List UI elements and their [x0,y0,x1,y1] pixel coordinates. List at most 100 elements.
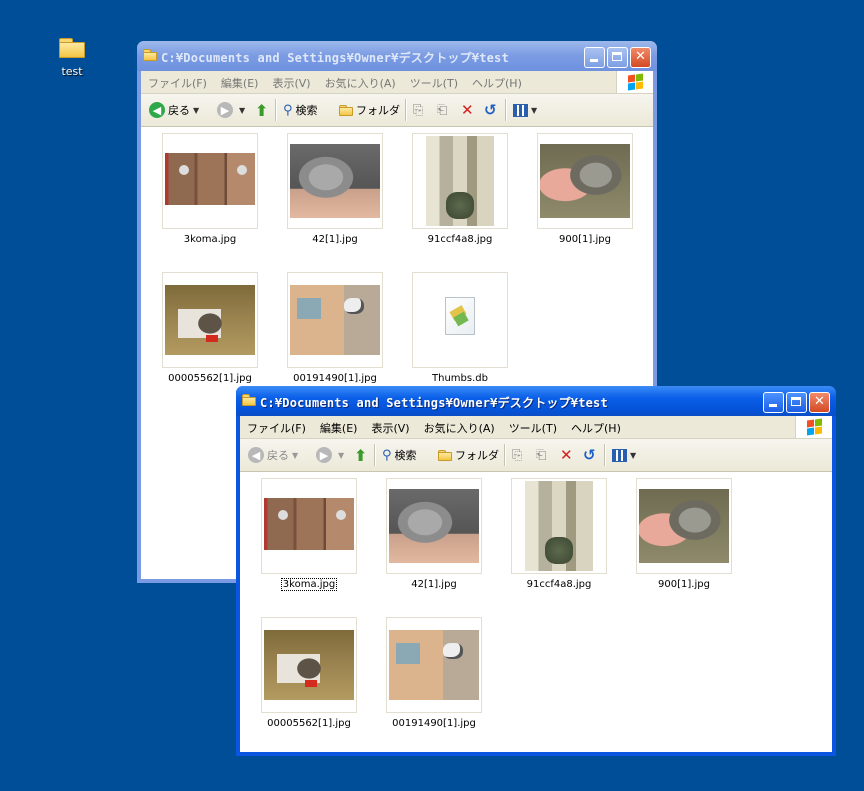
menu-file[interactable]: ファイル(F) [141,71,214,91]
file-item[interactable]: 900[1].jpg [525,133,645,245]
folders-label: フォルダ [455,449,499,462]
file-name: 00191490[1].jpg [293,373,377,384]
folder-icon [438,449,452,461]
folders-button[interactable]: フォルダ [438,445,499,465]
image-thumbnail [386,617,482,713]
views-button[interactable]: ▼ [612,445,636,465]
folder-icon [59,38,85,58]
image-thumbnail [287,133,383,229]
back-button[interactable]: ◀ 戻る ▼ [149,100,199,120]
search-button[interactable]: ⚲ 検索 [283,100,318,120]
back-arrow-icon: ◀ [149,102,165,118]
menu-help[interactable]: ヘルプ(H) [465,71,529,91]
up-folder-icon: ⬆ [354,445,368,465]
folder-icon [143,49,157,61]
file-item[interactable]: 3koma.jpg [150,133,270,245]
up-folder-button[interactable]: ⬆ [354,445,367,465]
toolbar: ◀ 戻る ▼ ▶ ▼ ⬆ ⚲ 検索 フォルダ ⎘ ⎗ ✕ ↺ ▼ [240,439,832,472]
image-thumbnail [162,272,258,368]
minimize-button[interactable] [584,47,605,68]
menu-file[interactable]: ファイル(F) [240,416,313,436]
file-name: 42[1].jpg [312,234,358,245]
close-icon: ✕ [635,49,646,64]
views-button[interactable]: ▼ [513,100,537,120]
image-thumbnail [287,272,383,368]
menu-favorites[interactable]: お気に入り(A) [417,416,502,436]
file-name: 900[1].jpg [559,234,611,245]
file-name: 00191490[1].jpg [392,718,476,729]
file-item[interactable]: 42[1].jpg [374,478,494,590]
menu-bar: ファイル(F) 編集(E) 表示(V) お気に入り(A) ツール(T) ヘルプ(H) [141,71,653,94]
move-to-icon: ⎘ [413,102,424,118]
move-to-button[interactable]: ⎘ [413,100,423,120]
back-label: 戻る [168,104,190,117]
image-thumbnail [537,133,633,229]
file-item[interactable]: Thumbs.db [400,272,520,384]
back-button[interactable]: ◀ 戻る ▼ [248,445,298,465]
copy-to-icon: ⎗ [437,102,448,118]
file-item[interactable]: 00005562[1].jpg [249,617,369,729]
menu-favorites[interactable]: お気に入り(A) [318,71,403,91]
image-thumbnail [636,478,732,574]
menu-tools[interactable]: ツール(T) [403,71,465,91]
close-button[interactable]: ✕ [809,392,830,413]
search-label: 検索 [295,104,318,117]
menu-tools[interactable]: ツール(T) [502,416,564,436]
file-item[interactable]: 00191490[1].jpg [374,617,494,729]
views-icon [612,448,627,462]
up-folder-button[interactable]: ⬆ [255,100,268,120]
maximize-button[interactable] [786,392,807,413]
dropdown-arrow-icon: ▼ [193,105,200,115]
move-to-icon: ⎘ [512,447,523,463]
menu-view[interactable]: 表示(V) [265,71,317,91]
db-file-thumbnail [412,272,508,368]
copy-to-icon: ⎗ [536,447,547,463]
close-button[interactable]: ✕ [630,47,651,68]
file-item[interactable]: 00191490[1].jpg [275,272,395,384]
folders-button[interactable]: フォルダ [339,100,400,120]
file-item[interactable]: 900[1].jpg [624,478,744,590]
undo-icon: ↺ [583,446,596,464]
copy-to-button[interactable]: ⎗ [437,100,447,120]
windows-logo-icon [616,71,653,93]
title-bar[interactable]: C:¥Documents and Settings¥Owner¥デスクトップ¥t… [236,386,836,416]
copy-to-button[interactable]: ⎗ [536,445,546,465]
file-item[interactable]: 42[1].jpg [275,133,395,245]
menu-help[interactable]: ヘルプ(H) [564,416,628,436]
search-label: 検索 [394,449,417,462]
delete-button[interactable]: ✕ [461,100,474,120]
forward-button[interactable]: ▶ ▼ [217,100,245,120]
menu-view[interactable]: 表示(V) [364,416,416,436]
db-file-icon [445,297,475,335]
file-item[interactable]: 91ccf4a8.jpg [499,478,619,590]
minimize-button[interactable] [763,392,784,413]
file-view[interactable]: 3koma.jpg 42[1].jpg 91ccf4a8.jpg 900[1].… [240,472,832,752]
folders-label: フォルダ [356,104,400,117]
file-name-selected: 3koma.jpg [280,578,338,591]
file-name: 900[1].jpg [658,579,710,590]
maximize-button[interactable] [607,47,628,68]
desktop-icon-label: test [61,65,83,78]
file-name: 91ccf4a8.jpg [427,234,493,245]
dropdown-arrow-icon: ▼ [239,105,246,115]
explorer-window-front[interactable]: C:¥Documents and Settings¥Owner¥デスクトップ¥t… [236,386,836,756]
image-thumbnail [162,133,258,229]
file-name: 00005562[1].jpg [267,718,351,729]
menu-edit[interactable]: 編集(E) [214,71,266,91]
delete-button[interactable]: ✕ [560,445,573,465]
forward-button[interactable]: ▶ ▼ [316,445,344,465]
undo-icon: ↺ [484,101,497,119]
file-item[interactable]: 00005562[1].jpg [150,272,270,384]
file-item[interactable]: 3koma.jpg [249,478,369,591]
search-button[interactable]: ⚲ 検索 [382,445,417,465]
dropdown-arrow-icon: ▼ [292,450,299,460]
undo-button[interactable]: ↺ [484,100,497,120]
desktop-icon-test[interactable]: test [50,38,94,78]
menu-edit[interactable]: 編集(E) [313,416,365,436]
image-thumbnail [511,478,607,574]
file-item[interactable]: 91ccf4a8.jpg [400,133,520,245]
title-bar[interactable]: C:¥Documents and Settings¥Owner¥デスクトップ¥t… [137,41,657,71]
move-to-button[interactable]: ⎘ [512,445,522,465]
undo-button[interactable]: ↺ [583,445,596,465]
delete-x-icon: ✕ [560,446,573,464]
